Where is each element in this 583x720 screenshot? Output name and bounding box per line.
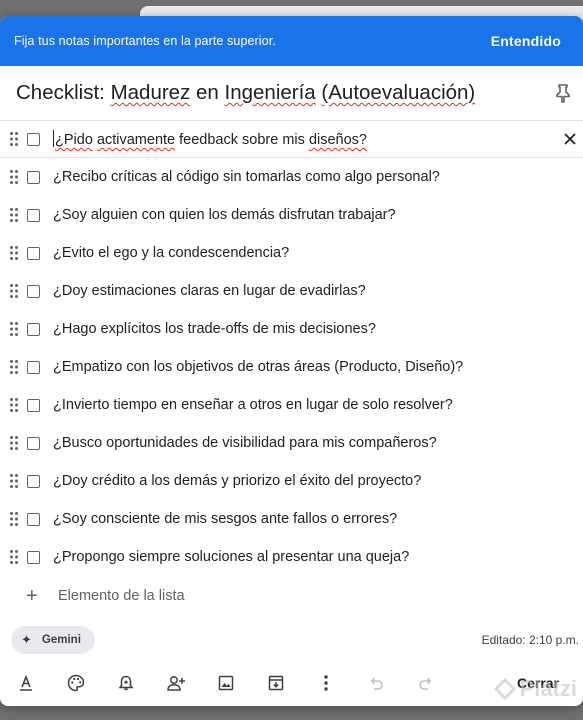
list-item[interactable]: ¿Recibo críticas al código sin tomarlas … [0, 158, 583, 196]
list-item[interactable]: ¿Soy alguien con quien los demás disfrut… [0, 196, 583, 234]
more-icon[interactable] [314, 671, 338, 695]
pin-icon[interactable] [549, 79, 577, 107]
list-item[interactable]: ¿Invierto tiempo en enseñar a otros en l… [0, 386, 583, 424]
item-checkbox[interactable] [27, 208, 40, 222]
note-title-part: Ingeniería [224, 81, 316, 104]
list-item[interactable]: ¿Doy crédito a los demás y priorizo el é… [0, 462, 583, 500]
drag-handle-icon[interactable] [2, 549, 26, 565]
drag-handle-icon[interactable] [2, 397, 26, 413]
list-item-text[interactable]: ¿Evito el ego y la condescendencia? [53, 245, 289, 261]
item-checkbox[interactable] [27, 132, 40, 146]
reminder-icon[interactable] [114, 671, 138, 695]
list-item[interactable]: ¿Busco oportunidades de visibilidad para… [0, 424, 583, 462]
add-list-item-placeholder[interactable]: Elemento de la lista [58, 588, 185, 604]
banner-text: Fija tus notas importantes en la parte s… [14, 34, 276, 48]
plus-icon: + [26, 585, 38, 607]
note-meta-row: ✦ Gemini Editado: 2:10 p.m. [0, 624, 583, 656]
item-checkbox[interactable] [27, 170, 40, 184]
list-item[interactable]: ¿Evito el ego y la condescendencia? [0, 234, 583, 272]
collaborator-icon[interactable] [164, 671, 188, 695]
gemini-button[interactable]: ✦ Gemini [11, 626, 95, 654]
sparkle-icon: ✦ [21, 632, 32, 647]
edited-timestamp: Editado: 2:10 p.m. [481, 633, 579, 647]
note-editor: Fija tus notas importantes en la parte s… [0, 16, 583, 706]
list-item-text[interactable]: ¿Soy consciente de mis sesgos ante fallo… [53, 511, 397, 527]
item-checkbox[interactable] [27, 246, 40, 260]
note-title-part: Madurez [110, 81, 191, 104]
drag-handle-icon[interactable] [2, 207, 26, 223]
image-icon[interactable] [214, 671, 238, 695]
item-checkbox[interactable] [27, 436, 40, 450]
list-item-text[interactable]: ¿Doy estimaciones claras en lugar de eva… [53, 283, 366, 299]
list-item-text[interactable]: ¿Propongo siempre soluciones al presenta… [53, 549, 409, 565]
list-item[interactable]: ¿Empatizo con los objetivos de otras áre… [0, 348, 583, 386]
list-item[interactable]: ¿Soy consciente de mis sesgos ante fallo… [0, 500, 583, 538]
list-item-text[interactable]: ¿Soy alguien con quien los demás disfrut… [53, 207, 396, 223]
item-checkbox[interactable] [27, 474, 40, 488]
pin-tip-banner: Fija tus notas importantes en la parte s… [0, 16, 583, 66]
list-item-text[interactable]: ¿Invierto tiempo en enseñar a otros en l… [53, 397, 453, 413]
note-title-part: Checklist: [16, 81, 111, 104]
note-title[interactable]: Checklist: Madurez en Ingeniería (Autoev… [16, 81, 475, 105]
note-title-part: (Autoevaluación) [321, 81, 476, 104]
item-checkbox[interactable] [27, 284, 40, 298]
drag-handle-icon[interactable] [2, 511, 26, 527]
list-item-text[interactable]: ¿Recibo críticas al código sin tomarlas … [53, 169, 440, 185]
item-checkbox[interactable] [27, 550, 40, 564]
drag-handle-icon[interactable] [2, 169, 26, 185]
platzi-watermark: Platzi [493, 676, 577, 702]
list-item[interactable]: ¿Propongo siempre soluciones al presenta… [0, 538, 583, 576]
note-title-part: en [190, 81, 225, 104]
item-checkbox[interactable] [27, 322, 40, 336]
delete-item-icon[interactable] [560, 129, 580, 149]
redo-icon[interactable] [414, 671, 438, 695]
gemini-label: Gemini [41, 634, 81, 646]
archive-icon[interactable] [264, 671, 288, 695]
banner-dismiss-button[interactable]: Entendido [491, 33, 561, 49]
drag-handle-icon[interactable] [2, 131, 26, 147]
undo-icon[interactable] [364, 671, 388, 695]
list-item-text[interactable]: ¿Busco oportunidades de visibilidad para… [53, 435, 437, 451]
note-title-row: Checklist: Madurez en Ingeniería (Autoev… [0, 66, 583, 120]
item-checkbox[interactable] [27, 512, 40, 526]
list-item-text[interactable]: ¿Doy crédito a los demás y priorizo el é… [53, 473, 421, 489]
list-item[interactable]: ¿Hago explícitos los trade-offs de mis d… [0, 310, 583, 348]
list-item-text[interactable]: ¿Hago explícitos los trade-offs de mis d… [53, 321, 376, 337]
drag-handle-icon[interactable] [2, 245, 26, 261]
drag-handle-icon[interactable] [2, 359, 26, 375]
drag-handle-icon[interactable] [2, 321, 26, 337]
text-caret [53, 130, 54, 147]
item-checkbox[interactable] [27, 398, 40, 412]
list-item-text[interactable]: ¿Pido activamente feedback sobre mis dis… [53, 130, 367, 148]
drag-handle-icon[interactable] [2, 283, 26, 299]
list-item-text[interactable]: ¿Empatizo con los objetivos de otras áre… [53, 359, 463, 375]
watermark-text: Platzi [519, 676, 577, 701]
item-checkbox[interactable] [27, 360, 40, 374]
palette-icon[interactable] [64, 671, 88, 695]
platzi-logo-icon [493, 678, 516, 700]
checklist: ¿Pido activamente feedback sobre mis dis… [0, 120, 583, 576]
text-format-icon[interactable] [14, 671, 38, 695]
drag-handle-icon[interactable] [2, 435, 26, 451]
drag-handle-icon[interactable] [2, 473, 26, 489]
add-list-item-row[interactable]: + Elemento de la lista [0, 576, 583, 616]
list-item[interactable]: ¿Pido activamente feedback sobre mis dis… [0, 120, 583, 158]
list-item[interactable]: ¿Doy estimaciones claras en lugar de eva… [0, 272, 583, 310]
